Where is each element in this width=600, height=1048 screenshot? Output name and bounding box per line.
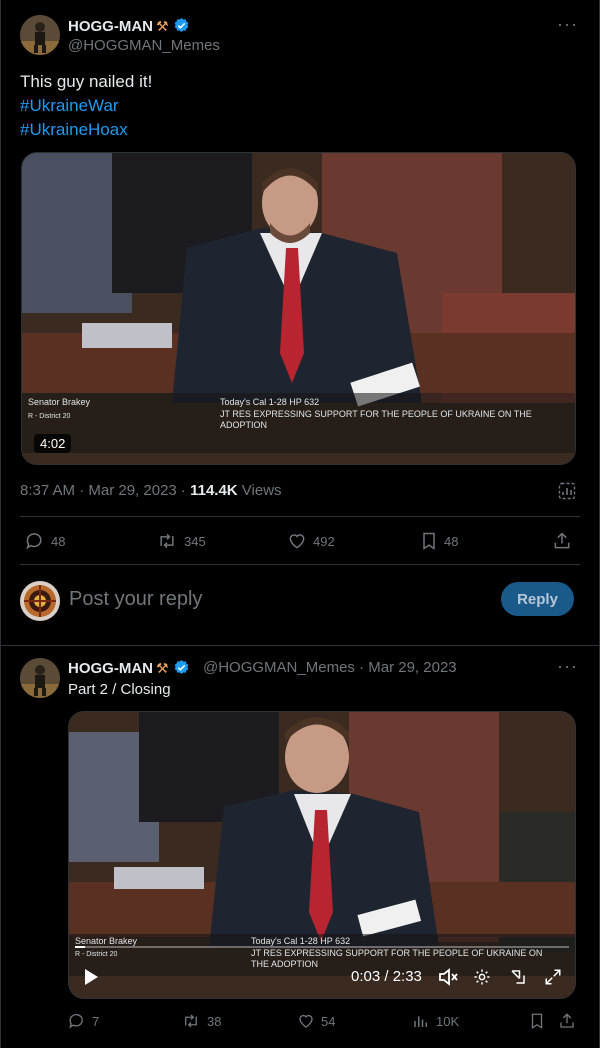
- heart-icon: [289, 534, 305, 549]
- bookmark-action[interactable]: [529, 1012, 551, 1030]
- reply-count: 7: [92, 1013, 100, 1029]
- reply-author-avatar[interactable]: [20, 658, 60, 698]
- video-duration: 4:02: [34, 434, 72, 453]
- retweet-icon: [160, 533, 174, 549]
- reply-tweet-text: Part 2 / Closing: [68, 681, 171, 698]
- analytics-bars-icon: [414, 1016, 427, 1027]
- tweet-timestamp[interactable]: 8:37 AM · Mar 29, 2023 ·: [20, 482, 190, 499]
- retweet-count: 38: [207, 1013, 222, 1029]
- hashtag-link[interactable]: #UkraineWar: [20, 94, 152, 118]
- reply-author-name[interactable]: HOGG-MAN ⚒: [68, 659, 190, 680]
- reply-input[interactable]: Post your reply: [69, 588, 202, 611]
- views-count: 114.4K: [190, 482, 238, 499]
- video-progress-bar[interactable]: [75, 946, 569, 948]
- video-chyron: Senator Brakey R - District 20 Today's C…: [69, 934, 575, 976]
- chyron-cal: Today's Cal 1-28 HP 632: [220, 397, 320, 407]
- play-button[interactable]: [83, 968, 99, 986]
- reply-icon: [26, 533, 42, 550]
- reply-button[interactable]: Reply: [501, 582, 574, 616]
- reply-action[interactable]: 7: [68, 1012, 99, 1030]
- share-action[interactable]: [552, 531, 578, 551]
- author-handle[interactable]: @HOGGMAN_Memes: [68, 37, 220, 54]
- retweet-icon: [185, 1014, 197, 1028]
- retweet-action[interactable]: 345: [156, 531, 206, 551]
- tweet-meta: 8:37 AM · Mar 29, 2023 · 114.4K Views: [20, 482, 282, 499]
- reply-action[interactable]: 48: [25, 531, 65, 551]
- muted-speaker-icon: [439, 968, 458, 986]
- divider: [20, 516, 580, 517]
- heart-icon: [299, 1014, 313, 1028]
- video-time: 0:03 / 2:33: [351, 968, 422, 985]
- views-count: 10K: [436, 1013, 460, 1029]
- hashtag-link[interactable]: #UkraineHoax: [20, 118, 152, 142]
- video-player[interactable]: Senator Brakey R - District 20 Today's C…: [21, 152, 576, 465]
- chyron-name: Senator Brakey: [28, 397, 91, 407]
- chyron-desc: JT RES EXPRESSING SUPPORT FOR THE PEOPLE…: [220, 409, 532, 430]
- reply-author-name-text: HOGG-MAN: [68, 660, 153, 677]
- user-avatar[interactable]: [20, 581, 60, 621]
- share-icon: [560, 1013, 574, 1028]
- like-action[interactable]: 492: [287, 531, 335, 551]
- more-options-icon[interactable]: ···: [557, 14, 578, 35]
- timeline-column: HOGG-MAN ⚒ @HOGGMAN_Memes ··· This guy na…: [0, 0, 600, 1048]
- reply-count: 48: [51, 533, 66, 549]
- video-progress-fill: [75, 946, 85, 948]
- verified-badge-icon: [173, 659, 190, 680]
- verified-badge-icon: [173, 17, 190, 38]
- views-label: Views: [237, 482, 282, 499]
- settings-button[interactable]: [473, 968, 491, 986]
- mute-button[interactable]: [439, 968, 459, 986]
- like-count: 492: [313, 533, 335, 549]
- retweet-action[interactable]: 38: [181, 1012, 221, 1030]
- tweet-text: This guy nailed it! #UkraineWar #Ukraine…: [20, 70, 152, 142]
- chyron-district: R - District 20: [28, 413, 71, 420]
- reply-icon: [69, 1013, 83, 1029]
- views-action[interactable]: 10K: [412, 1012, 459, 1030]
- chyron-district: R - District 20: [75, 951, 118, 958]
- gear-icon: [474, 969, 490, 985]
- bookmark-action[interactable]: 48: [420, 531, 458, 551]
- hammer-pick-icon: ⚒: [156, 660, 169, 676]
- divider: [1, 645, 599, 646]
- share-action[interactable]: [558, 1012, 582, 1030]
- tweet-text-line: This guy nailed it!: [20, 72, 153, 91]
- analytics-icon[interactable]: [558, 482, 576, 500]
- like-action[interactable]: 54: [297, 1012, 335, 1030]
- picture-in-picture-button[interactable]: [509, 968, 527, 986]
- like-count: 54: [321, 1013, 336, 1029]
- author-avatar[interactable]: [20, 15, 60, 55]
- bookmark-count: 48: [444, 533, 459, 549]
- author-name-text: HOGG-MAN: [68, 18, 153, 35]
- retweet-count: 345: [184, 533, 206, 549]
- bookmark-icon: [423, 532, 435, 550]
- author-name[interactable]: HOGG-MAN ⚒: [68, 17, 190, 38]
- fullscreen-button[interactable]: [544, 968, 562, 986]
- fullscreen-icon: [545, 969, 561, 985]
- hammer-pick-icon: ⚒: [156, 18, 169, 34]
- chyron-desc: JT RES EXPRESSING SUPPORT FOR THE PEOPLE…: [251, 948, 543, 969]
- reply-author-handle[interactable]: @HOGGMAN_Memes · Mar 29, 2023: [203, 659, 457, 676]
- more-options-icon[interactable]: ···: [557, 656, 578, 677]
- divider: [20, 564, 580, 565]
- bookmark-icon: [531, 1013, 543, 1030]
- video-chyron: Senator Brakey R - District 20 Today's C…: [22, 393, 575, 453]
- video-player[interactable]: Senator Brakey R - District 20 Today's C…: [68, 711, 576, 999]
- play-icon: [85, 969, 98, 985]
- share-icon: [554, 532, 570, 549]
- dock-icon: [511, 970, 525, 984]
